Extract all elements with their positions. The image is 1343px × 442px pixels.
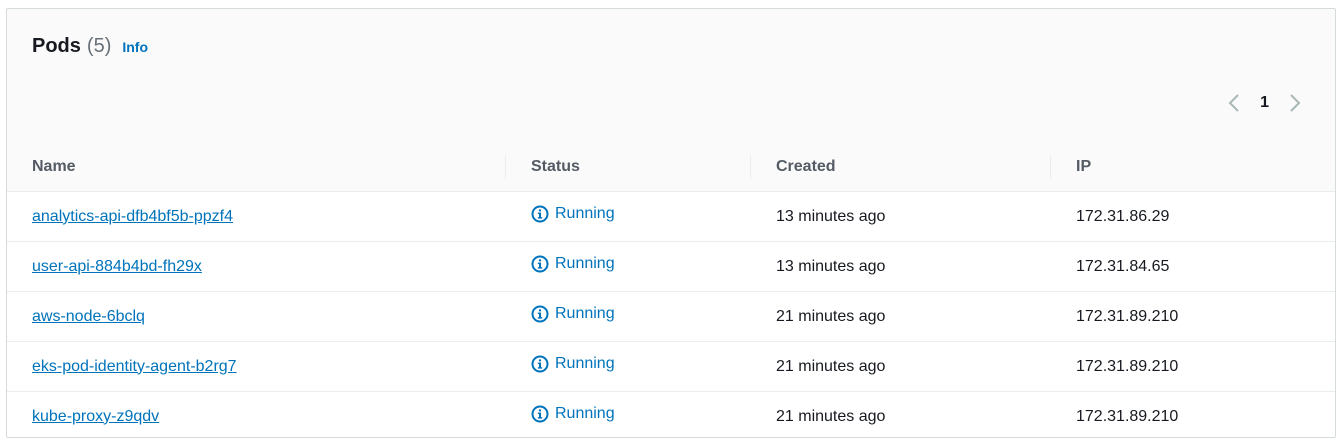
ip-cell: 172.31.89.210 [1076, 407, 1179, 425]
created-cell: 21 minutes ago [776, 407, 886, 425]
pods-panel: Pods (5) Info 1 Name Status Created IP a… [6, 8, 1336, 438]
pods-table: Name Status Created IP analytics-api-dfb… [7, 143, 1335, 438]
column-header-name[interactable]: Name [7, 143, 506, 192]
status-text: Running [555, 305, 615, 322]
panel-title: Pods [32, 35, 81, 57]
ip-cell: 172.31.89.210 [1051, 341, 1335, 392]
pod-name-link[interactable]: aws-node-6bclq [32, 308, 145, 325]
column-header-created[interactable]: Created [751, 143, 1051, 192]
chevron-left-icon [1228, 94, 1239, 112]
status-indicator: Running [531, 405, 615, 423]
column-header-status[interactable]: Status [506, 143, 751, 192]
status-indicator: Running [531, 305, 615, 323]
chevron-right-icon [1290, 94, 1301, 112]
status-text: Running [555, 355, 615, 372]
panel-header: Pods (5) Info 1 [7, 9, 1335, 144]
table-row: kube-proxy-z9qdv Running 21 minutes ago … [7, 392, 1335, 438]
created-cell: 13 minutes ago [751, 191, 1051, 242]
table-row: aws-node-6bclq Running 21 minutes ago 17… [7, 291, 1335, 342]
ip-cell: 172.31.89.210 [1051, 291, 1335, 342]
info-status-icon [531, 205, 549, 223]
pod-name-link[interactable]: eks-pod-identity-agent-b2rg7 [32, 358, 237, 375]
ip-cell: 172.31.84.65 [1051, 241, 1335, 292]
pagination: 1 [1224, 93, 1305, 113]
created-cell: 21 minutes ago [751, 341, 1051, 392]
next-page-button[interactable] [1285, 93, 1305, 113]
pod-name-link[interactable]: analytics-api-dfb4bf5b-ppzf4 [32, 208, 233, 225]
column-header-ip[interactable]: IP [1051, 143, 1335, 192]
status-text: Running [555, 405, 615, 422]
info-link[interactable]: Info [122, 39, 148, 55]
info-status-icon [531, 405, 549, 423]
status-indicator: Running [531, 205, 615, 223]
table-header-row: Name Status Created IP [7, 143, 1335, 192]
pod-count: (5) [86, 35, 112, 57]
status-text: Running [555, 255, 615, 272]
status-indicator: Running [531, 355, 615, 373]
status-indicator: Running [531, 255, 615, 273]
info-status-icon [531, 305, 549, 323]
table-row: analytics-api-dfb4bf5b-ppzf4 Running 13 … [7, 191, 1335, 242]
pod-name-link[interactable]: user-api-884b4bd-fh29x [32, 258, 202, 275]
previous-page-button[interactable] [1224, 93, 1244, 113]
table-row: eks-pod-identity-agent-b2rg7 Running 21 … [7, 341, 1335, 392]
current-page-number[interactable]: 1 [1260, 94, 1269, 112]
created-cell: 13 minutes ago [751, 241, 1051, 292]
status-text: Running [555, 205, 615, 222]
ip-cell: 172.31.86.29 [1051, 191, 1335, 242]
info-status-icon [531, 355, 549, 373]
pod-name-link[interactable]: kube-proxy-z9qdv [32, 408, 159, 425]
created-cell: 21 minutes ago [751, 291, 1051, 342]
info-status-icon [531, 255, 549, 273]
title-row: Pods (5) Info [32, 35, 148, 58]
table-row: user-api-884b4bd-fh29x Running 13 minute… [7, 241, 1335, 292]
